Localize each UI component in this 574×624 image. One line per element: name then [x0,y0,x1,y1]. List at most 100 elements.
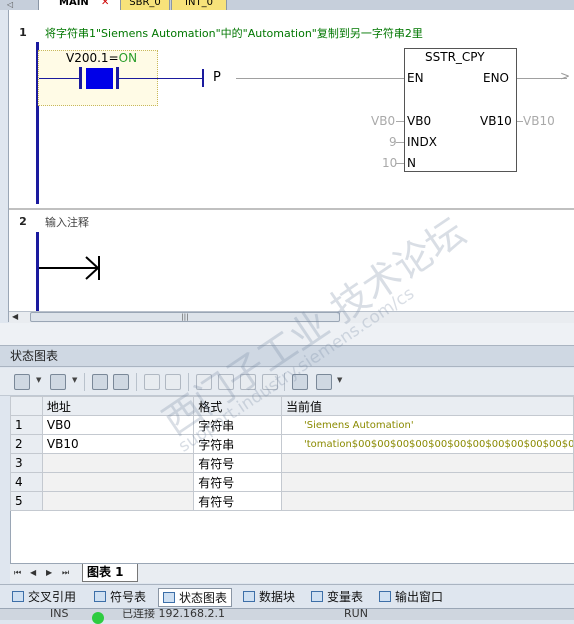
sheet-tab-chart1[interactable]: 图表 1 [82,564,138,582]
chevron-down-icon[interactable]: ▼ [72,376,77,384]
param-in-value[interactable]: VB0 [371,114,395,128]
glasses-icon[interactable] [144,374,160,390]
row-number[interactable]: 5 [10,491,43,511]
table-row[interactable]: 4 有符号 [10,472,574,492]
tab-scroll-left-icon[interactable]: ◁ [7,0,13,9]
unlock-icon[interactable] [218,374,234,390]
contact-state: ON [118,51,138,65]
address-cell[interactable] [41,491,195,511]
pane-title: 状态图表 [0,345,574,367]
pin-in: VB0 [407,114,432,128]
scroll-left-icon[interactable]: ◀ [12,311,22,323]
row-number[interactable]: 3 [10,453,43,473]
format-cell[interactable]: 有符号 [193,491,282,511]
power-rail [36,232,39,320]
tab-data-block[interactable]: 数据块 [243,588,295,607]
tab-output-window[interactable]: 输出窗口 [379,588,443,607]
address-cell[interactable] [41,453,195,473]
tab-cross-reference[interactable]: 交叉引用 [12,588,76,607]
grip-icon[interactable]: ||| [30,312,340,322]
pencil-icon[interactable] [165,374,181,390]
tab-label: 输出窗口 [395,590,444,604]
param-out-value[interactable]: VB10 [523,114,555,128]
status-chart-icon [163,592,175,603]
tab-status-chart[interactable]: 状态图表 [158,588,233,607]
network-separator [9,208,574,210]
output-window-icon [379,591,391,602]
pane-splitter[interactable] [0,323,574,345]
tab-label: 数据块 [259,590,296,604]
value-cell: 'tomation$00$00$00$00$00$00$00$00$00$00$… [280,434,574,454]
tab-variable-table[interactable]: 变量表 [311,588,363,607]
unforce-all-icon[interactable] [262,374,278,390]
pin-out: VB10 [480,114,512,128]
contact-plate-left [79,67,82,89]
sstr-cpy-box[interactable] [404,48,517,172]
trend-chart-icon[interactable] [292,374,308,390]
contact-on-fill[interactable] [86,68,113,89]
table-row[interactable]: 1 VB0 字符串 'Siemens Automation' [10,415,574,435]
display-mode-icon[interactable] [316,374,332,390]
tab-main[interactable]: MAIN ✕ [38,0,126,10]
data-block-icon [243,591,255,602]
tab-label: 交叉引用 [28,590,77,604]
chevron-down-icon[interactable]: ▼ [36,376,41,384]
pin-tick [396,121,404,122]
add-row-icon[interactable] [14,374,30,390]
row-number[interactable]: 4 [10,472,43,492]
start-monitor-icon[interactable] [92,374,108,390]
row-number[interactable]: 1 [10,415,43,435]
network-comment[interactable]: 将字符串1"Siemens Automation"中的"Automation"复… [45,25,423,41]
next-sheet-icon[interactable]: ▶ [46,568,52,577]
column-header-format[interactable]: 格式 [193,396,282,416]
format-cell[interactable]: 有符号 [193,472,282,492]
contact-label: V200.1=ON [66,51,137,65]
ladder-editor[interactable]: 1 将字符串1"Siemens Automation"中的"Automation… [0,10,574,322]
chevron-down-icon[interactable]: ▼ [337,376,342,384]
wire [236,78,404,79]
pause-monitor-icon[interactable] [113,374,129,390]
pin-en: EN [407,71,424,85]
editor-tab-bar: ◁ MAIN ✕ SBR_0 INT_0 [0,0,574,10]
address-cell[interactable]: VB0 [41,415,195,435]
column-header-address[interactable]: 地址 [41,396,195,416]
prev-sheet-icon[interactable]: ◀ [30,568,36,577]
table-row[interactable]: 2 VB10 字符串 'tomation$00$00$00$00$00$00$0… [10,434,574,454]
tab-main-label: MAIN [59,0,89,8]
variable-table-icon [311,591,323,602]
address-cell[interactable] [41,472,195,492]
pin-n: N [407,156,416,170]
pin-eno: ENO [483,71,510,85]
table-row[interactable]: 5 有符号 [10,491,574,511]
tab-label: 符号表 [110,590,147,604]
table-row[interactable]: 3 有符号 [10,453,574,473]
tab-sbr0[interactable]: SBR_0 [120,0,170,10]
status-chart-table: 地址 格式 当前值 1 VB0 字符串 'Siemens Automation'… [10,396,574,511]
contact-equals: = [108,51,119,65]
tab-label: 状态图表 [179,591,228,605]
row-number-header [10,396,43,416]
tab-int0[interactable]: INT_0 [171,0,227,10]
p-transition-label[interactable]: P [213,70,221,85]
network-comment[interactable]: 输入注释 [45,214,89,230]
pin-indx: INDX [407,135,437,149]
format-cell[interactable]: 有符号 [193,453,282,473]
address-cell[interactable]: VB10 [41,434,195,454]
column-header-value[interactable]: 当前值 [280,396,574,416]
force-icon[interactable] [240,374,256,390]
format-cell[interactable]: 字符串 [193,415,282,435]
format-cell[interactable]: 字符串 [193,434,282,454]
wire [119,78,203,79]
table-header-row: 地址 格式 当前值 [10,396,574,416]
param-n-value[interactable]: 10 [382,156,397,170]
tab-symbol-table[interactable]: 符号表 [94,588,146,607]
wire [39,78,79,79]
last-sheet-icon[interactable]: ⏭ [62,568,69,578]
row-number[interactable]: 2 [10,434,43,454]
delete-row-icon[interactable] [50,374,66,390]
close-icon[interactable]: ✕ [101,0,109,10]
toolbar-divider [284,373,285,391]
first-sheet-icon[interactable]: ⏮ [14,568,21,578]
lock-icon[interactable] [196,374,212,390]
sheet-tab-bar: ⏮ ◀ ▶ ⏭ 图表 1 [10,563,574,583]
